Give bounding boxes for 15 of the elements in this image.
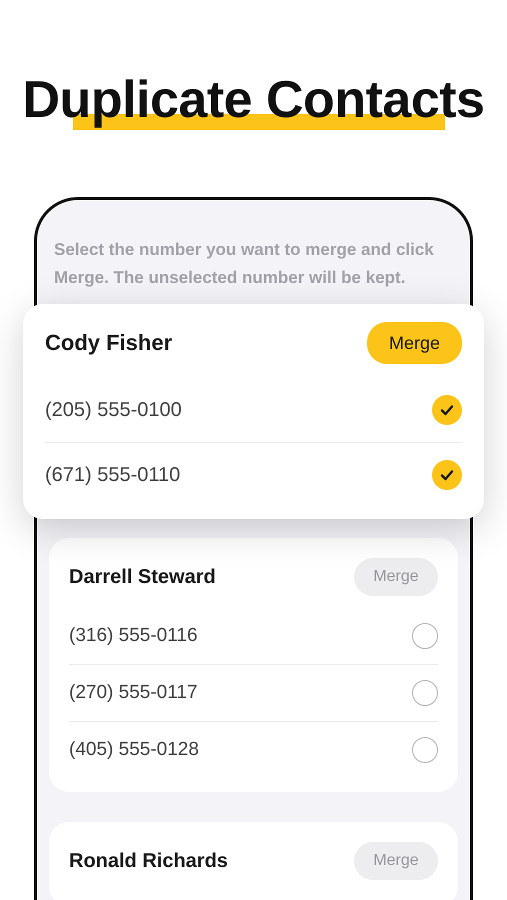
checkbox-checked[interactable] (432, 460, 462, 490)
contact-name: Cody Fisher (45, 330, 172, 356)
merge-button[interactable]: Merge (367, 322, 462, 364)
checkbox[interactable] (412, 623, 438, 649)
phone-number: (316) 555-0116 (69, 625, 198, 647)
checkbox[interactable] (412, 680, 438, 706)
contact-name: Ronald Richards (69, 850, 228, 872)
checkbox-checked[interactable] (432, 395, 462, 425)
contact-name: Darrell Steward (69, 566, 216, 588)
instructions-text: Select the number you want to merge and click Merge. The unselected number will be kept. (53, 239, 435, 289)
phone-number: (405) 555-0128 (69, 739, 199, 761)
phone-number: (270) 555-0117 (69, 682, 198, 704)
phone-number: (671) 555-0110 (45, 464, 180, 486)
checkbox[interactable] (412, 737, 438, 763)
phone-number: (205) 555-0100 (45, 398, 182, 422)
